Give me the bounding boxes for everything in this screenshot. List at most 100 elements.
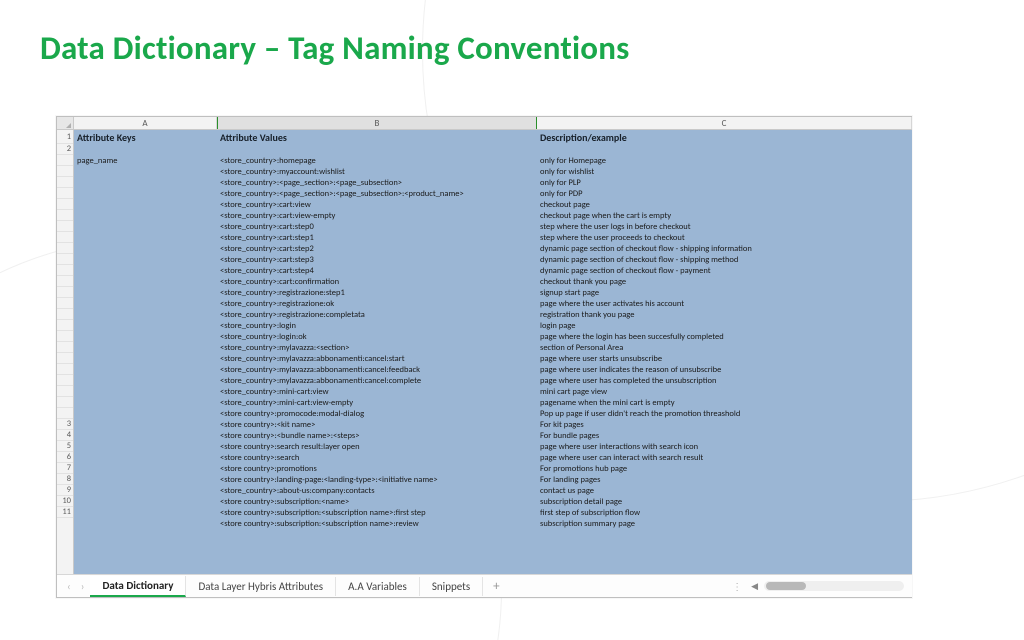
row-number[interactable]: 3 [57,419,73,430]
cell-attribute-value[interactable]: <store_country>:mylavazza:<section> [217,342,537,353]
row-number[interactable]: 7 [57,463,73,474]
cell-attribute-value[interactable]: <store_country>:about-us:company:contact… [217,485,537,496]
cell-attribute-value[interactable]: <store_country>:registrazione:step1 [217,287,537,298]
cell-attribute-value[interactable]: <store_country>:cart:view [217,199,537,210]
cell-attribute-value[interactable]: <store_country>:mylavazza:abbonamenti:ca… [217,364,537,375]
cell-attribute-key[interactable] [74,419,217,430]
row-number[interactable] [57,155,73,166]
cell-description[interactable]: page where user can interact with search… [537,452,912,463]
row-number[interactable] [57,386,73,397]
tab-data-layer-hybris[interactable]: Data Layer Hybris Attributes [186,577,336,596]
cell-attribute-value[interactable]: <store country>:promocode:modal-dialog [217,408,537,419]
cell-attribute-key[interactable] [74,331,217,342]
add-sheet-button[interactable]: + [483,579,509,594]
cell-attribute-key[interactable] [74,518,217,529]
row-number[interactable]: 4 [57,430,73,441]
row-number[interactable] [57,331,73,342]
cell-attribute-value[interactable]: Attribute Values [217,130,537,144]
cell-attribute-value[interactable]: <store country>:search [217,452,537,463]
cell-attribute-key[interactable] [74,210,217,221]
cell-attribute-key[interactable] [74,463,217,474]
row-number[interactable]: 2 [57,144,73,155]
cell-description[interactable]: only for wishlist [537,166,912,177]
cell-attribute-key[interactable] [74,474,217,485]
row-number[interactable] [57,254,73,265]
cell-description[interactable]: For kit pages [537,419,912,430]
row-number[interactable]: 1 [57,130,73,144]
cell-attribute-key[interactable] [74,144,217,155]
cell-attribute-value[interactable]: <store country>:subscription:<name> [217,496,537,507]
cell-description[interactable]: login page [537,320,912,331]
cell-attribute-key[interactable] [74,199,217,210]
row-number[interactable] [57,353,73,364]
row-number[interactable] [57,232,73,243]
tab-next-icon[interactable]: › [81,580,85,593]
row-number[interactable] [57,166,73,177]
cell-attribute-value[interactable]: <store country>:<bundle name>:<steps> [217,430,537,441]
row-number[interactable] [57,408,73,419]
cell-description[interactable]: page where user interactions with search… [537,441,912,452]
cell-attribute-value[interactable]: <store_country>:cart:step2 [217,243,537,254]
cell-attribute-key[interactable] [74,287,217,298]
row-number[interactable]: 5 [57,441,73,452]
column-header-B[interactable]: B [217,117,537,129]
cell-description[interactable]: dynamic page section of checkout flow - … [537,254,912,265]
cell-attribute-value[interactable]: <store_country>:registrazione:completata [217,309,537,320]
cell-description[interactable]: pagename when the mini cart is empty [537,397,912,408]
cell-attribute-key[interactable] [74,452,217,463]
cell-attribute-value[interactable]: <store_country>:mini-cart:view-empty [217,397,537,408]
cells-area[interactable]: Attribute KeysAttribute ValuesDescriptio… [74,130,912,574]
cell-description[interactable]: only for Homepage [537,155,912,166]
tab-data-dictionary[interactable]: Data Dictionary [90,576,186,597]
cell-description[interactable]: checkout page when the cart is empty [537,210,912,221]
cell-attribute-key[interactable] [74,188,217,199]
row-number[interactable]: 10 [57,496,73,507]
cell-attribute-key[interactable] [74,177,217,188]
cell-attribute-value[interactable]: <store_country>:mylavazza:abbonamenti:ca… [217,353,537,364]
cell-attribute-key[interactable] [74,485,217,496]
hscroll-thumb[interactable] [766,582,806,590]
cell-attribute-key[interactable] [74,342,217,353]
cell-attribute-value[interactable]: <store country>:subscription:<subscripti… [217,507,537,518]
cell-attribute-value[interactable]: <store_country>:cart:view-empty [217,210,537,221]
row-number[interactable] [57,397,73,408]
cell-description[interactable]: section of Personal Area [537,342,912,353]
cell-attribute-value[interactable]: <store_country>:mylavazza:abbonamenti:ca… [217,375,537,386]
cell-attribute-value[interactable] [217,144,537,155]
cell-attribute-value[interactable]: <store_country>:mini-cart:view [217,386,537,397]
cell-attribute-value[interactable]: <store country>:<kit name> [217,419,537,430]
cell-attribute-key[interactable] [74,408,217,419]
cell-description[interactable]: dynamic page section of checkout flow - … [537,265,912,276]
row-number[interactable] [57,309,73,320]
cell-attribute-value[interactable]: <store country>:search result:layer open [217,441,537,452]
cell-description[interactable]: page where user starts unsubscribe [537,353,912,364]
cell-attribute-key[interactable] [74,221,217,232]
cell-attribute-key[interactable] [74,430,217,441]
cell-attribute-key[interactable] [74,298,217,309]
cell-description[interactable]: page where user indicates the reason of … [537,364,912,375]
row-number[interactable] [57,188,73,199]
cell-description[interactable] [537,144,912,155]
cell-attribute-key[interactable] [74,353,217,364]
cell-description[interactable]: first step of subscription flow [537,507,912,518]
row-number[interactable] [57,364,73,375]
cell-attribute-key[interactable] [74,375,217,386]
column-header-A[interactable]: A [74,117,217,129]
tab-options-icon[interactable]: ⋮ [726,580,749,593]
cell-attribute-key[interactable] [74,507,217,518]
row-number[interactable] [57,265,73,276]
cell-attribute-value[interactable]: <store_country>:cart:step3 [217,254,537,265]
cell-attribute-value[interactable]: <store_country>:login [217,320,537,331]
row-number[interactable] [57,199,73,210]
cell-attribute-key[interactable]: page_name [74,155,217,166]
cell-description[interactable]: dynamic page section of checkout flow - … [537,243,912,254]
column-header-C[interactable]: C [537,117,912,129]
row-number[interactable]: 11 [57,507,73,518]
cell-description[interactable]: page where the login has been succesfull… [537,331,912,342]
row-number[interactable]: 8 [57,474,73,485]
cell-attribute-key[interactable] [74,441,217,452]
cell-description[interactable]: mini cart page view [537,386,912,397]
cell-attribute-value[interactable]: <store_country>:cart:step4 [217,265,537,276]
row-number[interactable] [57,276,73,287]
row-number[interactable] [57,221,73,232]
